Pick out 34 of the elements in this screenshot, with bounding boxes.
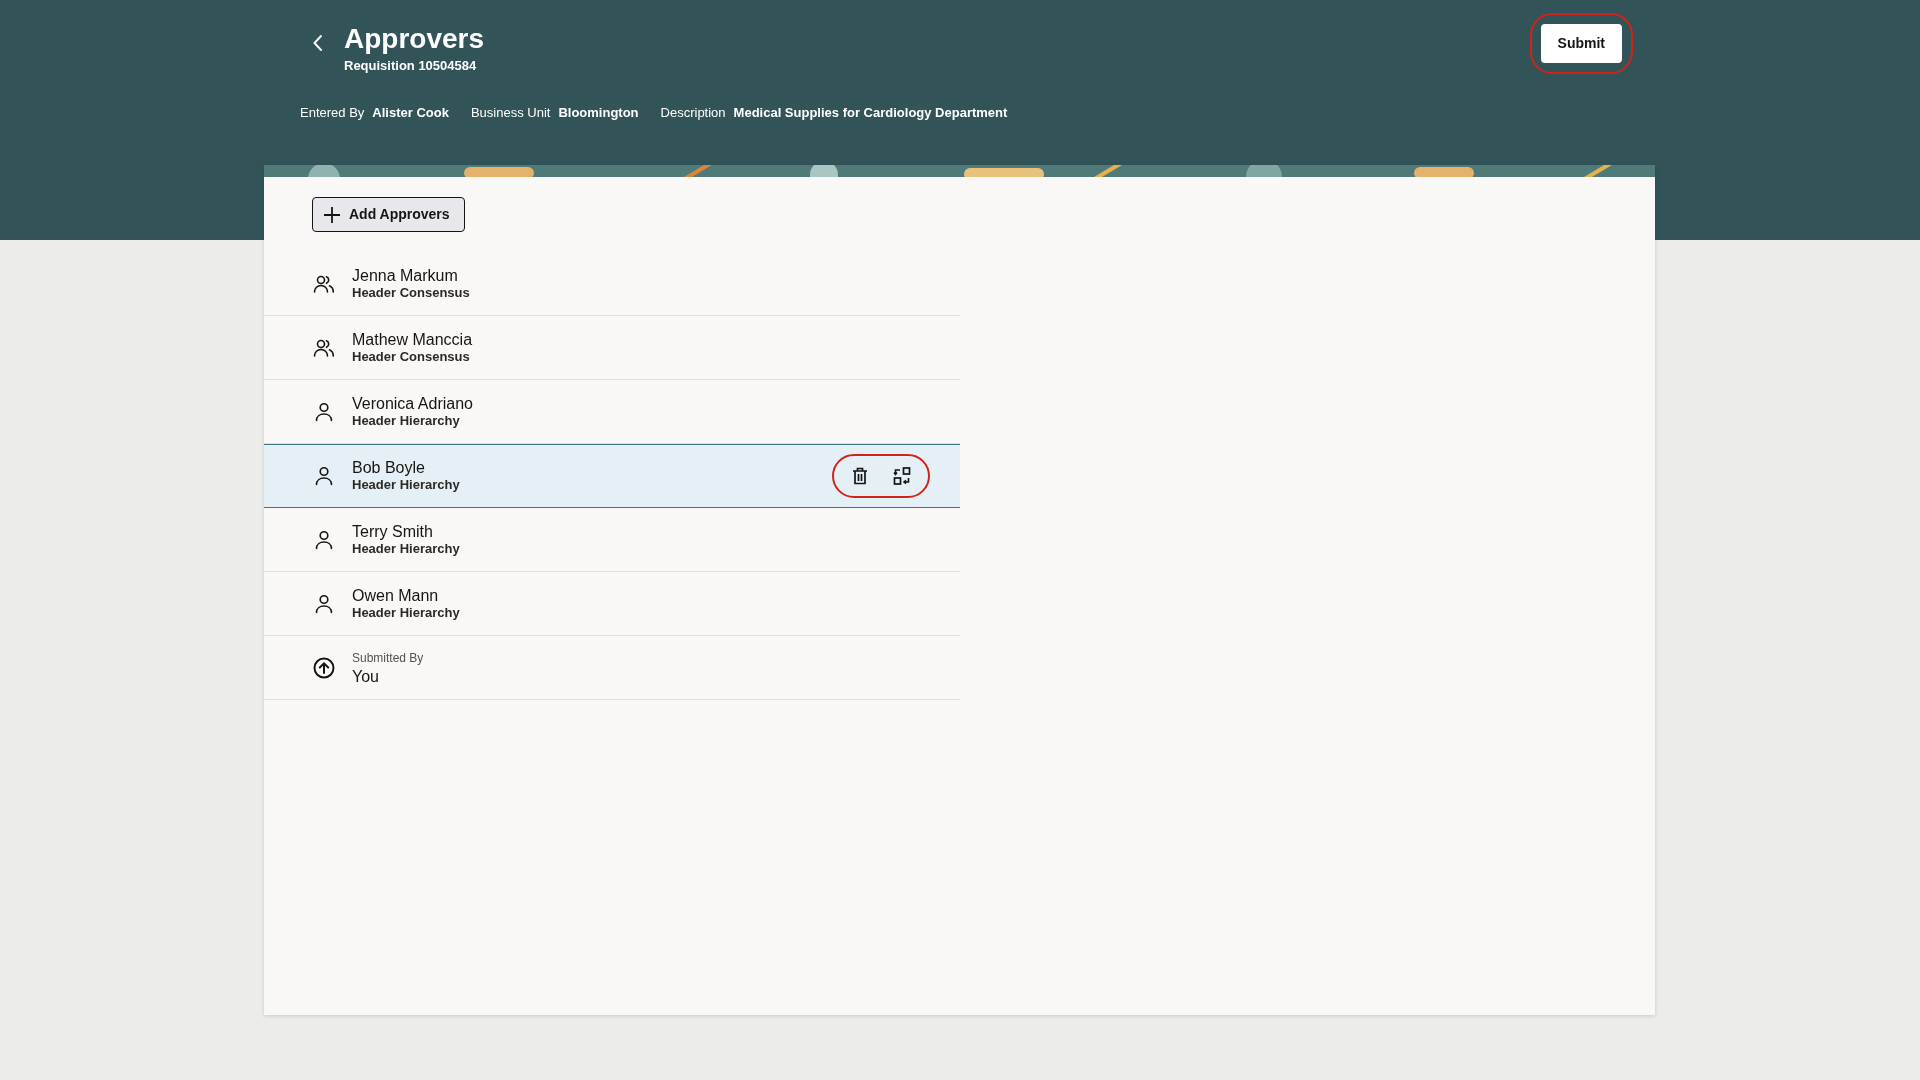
plus-icon	[323, 205, 341, 224]
approver-name: Terry Smith	[352, 521, 434, 542]
approver-role: Header Hierarchy	[352, 413, 461, 431]
submitter-name: You	[352, 667, 380, 687]
field-value: Bloomington	[558, 104, 639, 123]
field-value: Medical Supplies for Cardiology Department	[733, 104, 1008, 123]
swap-squares-icon	[892, 466, 912, 486]
field-value: Alister Cook	[372, 104, 449, 123]
page-title: Approvers	[344, 22, 486, 56]
approver-name: Bob Boyle	[352, 457, 426, 478]
approver-role: Header Consensus	[352, 285, 470, 303]
approver-name: Owen Mann	[352, 585, 440, 606]
submitted-by-label: Submitted By	[352, 650, 424, 668]
approver-role: Header Hierarchy	[352, 477, 460, 495]
field-label: Description	[660, 104, 726, 123]
trash-icon	[850, 466, 870, 486]
field-label: Entered By	[300, 104, 365, 123]
requisition-number: Requisition 10504584	[344, 56, 478, 75]
back-chevron-icon	[312, 32, 324, 53]
approver-row[interactable]: Owen Mann Header Hierarchy	[264, 572, 960, 636]
approver-name: Veronica Adriano	[352, 393, 473, 414]
approver-row[interactable]: Jenna Markum Header Consensus	[264, 252, 960, 316]
approver-name: Jenna Markum	[352, 265, 459, 286]
approver-role: Header Hierarchy	[352, 605, 460, 623]
approver-row[interactable]: Terry Smith Header Hierarchy	[264, 508, 960, 572]
approver-role: Header Hierarchy	[352, 541, 460, 559]
field-label: Business Unit	[470, 104, 551, 123]
approver-row[interactable]: Mathew Manccia Header Consensus	[264, 316, 960, 380]
submit-button[interactable]: Submit	[1540, 24, 1622, 63]
add-approvers-button[interactable]: Add Approvers	[312, 197, 465, 232]
approver-role: Header Consensus	[352, 349, 471, 367]
approver-row[interactable]: Submitted By You	[264, 636, 960, 700]
approver-row[interactable]: Bob Boyle Header Hierarchy	[264, 444, 960, 508]
approver-name: Mathew Manccia	[352, 329, 473, 350]
